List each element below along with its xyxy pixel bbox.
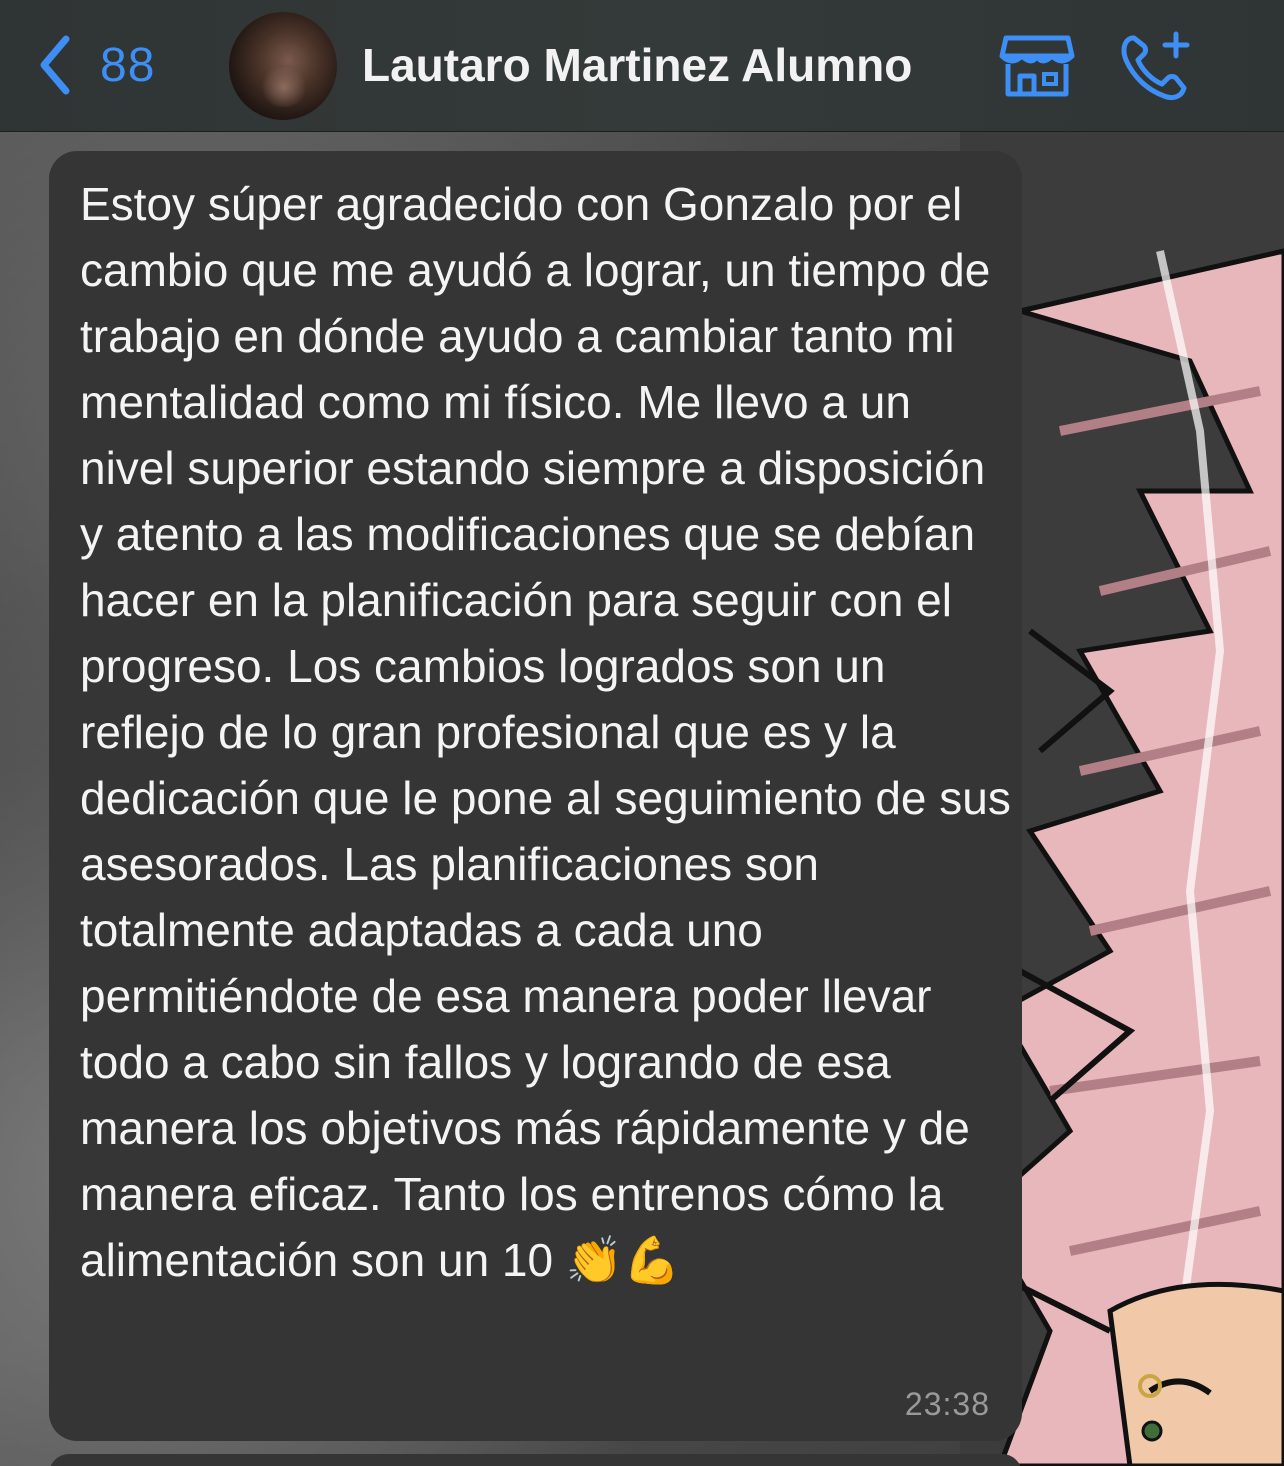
unread-count: 88: [100, 38, 156, 92]
message-timestamp: 23:38: [904, 1386, 990, 1422]
message-bubble[interactable]: Estoy súper agradecido con Gonzalo por e…: [49, 151, 1022, 1441]
chevron-left-icon: [40, 35, 70, 95]
chat-header: 88 Lautaro Martinez Alumno: [0, 0, 1284, 132]
back-button[interactable]: 88: [36, 30, 155, 100]
next-message-bubble[interactable]: [49, 1454, 1022, 1466]
chat-screen: 88 Lautaro Martinez Alumno Estoy súper a…: [0, 0, 1284, 1466]
avatar[interactable]: [229, 12, 337, 120]
add-call-icon[interactable]: [1118, 30, 1196, 102]
contact-name[interactable]: Lautaro Martinez Alumno: [362, 38, 912, 92]
message-text: Estoy súper agradecido con Gonzalo por e…: [80, 178, 1011, 1286]
store-icon[interactable]: [998, 30, 1076, 102]
